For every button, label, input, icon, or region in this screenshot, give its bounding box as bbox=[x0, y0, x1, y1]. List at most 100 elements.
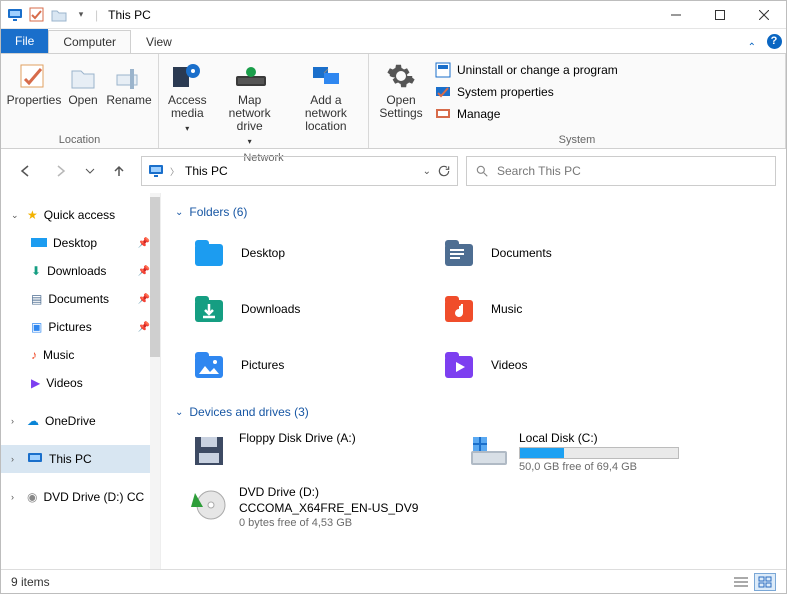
scrollbar[interactable] bbox=[150, 193, 160, 569]
chevron-down-icon[interactable]: ⌄ bbox=[11, 210, 21, 221]
tab-view[interactable]: View bbox=[131, 30, 187, 53]
help-button[interactable]: ? bbox=[762, 29, 786, 53]
gear-icon bbox=[385, 60, 417, 92]
tree-onedrive[interactable]: › ☁ OneDrive bbox=[1, 407, 160, 435]
monitor-icon bbox=[7, 7, 23, 23]
tab-file[interactable]: File bbox=[1, 29, 48, 53]
folder-icon bbox=[189, 289, 229, 329]
folder-documents[interactable]: Documents bbox=[425, 225, 675, 281]
address-dropdown-icon[interactable]: ⌄ bbox=[423, 166, 431, 177]
documents-icon: ▤ bbox=[31, 292, 42, 306]
tree-desktop[interactable]: Desktop📌 bbox=[1, 229, 160, 257]
system-properties-button[interactable]: System properties bbox=[431, 82, 622, 102]
pin-icon: 📌 bbox=[138, 266, 150, 277]
folder-label: Downloads bbox=[241, 302, 300, 316]
system-properties-label: System properties bbox=[457, 85, 554, 99]
tree-label: This PC bbox=[49, 452, 92, 466]
breadcrumb[interactable]: This PC bbox=[185, 164, 228, 178]
monitor-icon bbox=[27, 451, 43, 467]
pin-icon: 📌 bbox=[138, 294, 150, 305]
add-location-button[interactable]: Add a network location bbox=[290, 58, 362, 135]
dvd-icon bbox=[189, 485, 229, 525]
drives-header[interactable]: ⌄Devices and drives (3) bbox=[175, 399, 772, 425]
map-drive-icon bbox=[234, 60, 266, 92]
refresh-button[interactable] bbox=[437, 164, 451, 178]
open-button[interactable]: Open bbox=[65, 58, 101, 109]
drive-label: Local Disk (C:) bbox=[519, 431, 679, 445]
status-bar: 9 items bbox=[1, 569, 786, 593]
uninstall-icon bbox=[435, 62, 451, 78]
chevron-right-icon[interactable]: › bbox=[11, 416, 21, 426]
cloud-icon: ☁ bbox=[27, 414, 39, 428]
up-button[interactable] bbox=[105, 157, 133, 185]
folder-icon bbox=[439, 233, 479, 273]
tree-label: Pictures bbox=[48, 320, 91, 334]
map-drive-label: Map network drive bbox=[216, 94, 284, 133]
drive-local[interactable]: Local Disk (C:) 50,0 GB free of 69,4 GB bbox=[455, 425, 735, 479]
folder-desktop[interactable]: Desktop bbox=[175, 225, 425, 281]
check-icon[interactable] bbox=[29, 7, 45, 23]
drive-dvd[interactable]: DVD Drive (D:) CCCOMA_X64FRE_EN-US_DV9 0… bbox=[175, 479, 455, 535]
chevron-right-icon[interactable]: 〉 bbox=[170, 165, 179, 178]
rename-icon bbox=[113, 60, 145, 92]
item-count: 9 items bbox=[11, 575, 50, 589]
chevron-right-icon[interactable]: › bbox=[11, 454, 21, 464]
tree-this-pc[interactable]: › This PC bbox=[1, 445, 160, 473]
folders-header[interactable]: ⌄ Folders (6) bbox=[175, 199, 772, 225]
tree-label: Quick access bbox=[44, 208, 115, 222]
tree-label: OneDrive bbox=[45, 414, 96, 428]
minimize-button[interactable] bbox=[654, 1, 698, 29]
history-button[interactable] bbox=[83, 157, 97, 185]
properties-button[interactable]: Properties bbox=[7, 58, 61, 109]
chevron-down-icon: ⌄ bbox=[175, 207, 183, 218]
details-view-button[interactable] bbox=[730, 573, 752, 591]
tree-videos[interactable]: ▶Videos bbox=[1, 369, 160, 397]
manage-button[interactable]: Manage bbox=[431, 104, 622, 124]
open-label: Open bbox=[68, 94, 97, 107]
maximize-button[interactable] bbox=[698, 1, 742, 29]
folder-videos[interactable]: Videos bbox=[425, 337, 675, 393]
address-bar[interactable]: 〉 This PC ⌄ bbox=[141, 156, 458, 186]
ribbon-collapse-icon[interactable]: ⌃ bbox=[748, 42, 762, 53]
group-system-label: System bbox=[375, 132, 779, 146]
folder-pictures[interactable]: Pictures bbox=[175, 337, 425, 393]
back-button[interactable] bbox=[11, 157, 39, 185]
tree-dvd[interactable]: ›◉DVD Drive (D:) CC bbox=[1, 483, 160, 511]
tree-music[interactable]: ♪ Music bbox=[1, 341, 160, 369]
system-properties-icon bbox=[435, 84, 451, 100]
folders-title: Folders (6) bbox=[189, 205, 247, 219]
add-location-icon bbox=[310, 60, 342, 92]
folder-icon[interactable] bbox=[51, 7, 67, 23]
desktop-icon bbox=[31, 236, 47, 250]
tree-label: Downloads bbox=[47, 264, 106, 278]
tree-pictures[interactable]: ▣Pictures📌 bbox=[1, 313, 160, 341]
tree-downloads[interactable]: ⬇Downloads📌 bbox=[1, 257, 160, 285]
close-button[interactable] bbox=[742, 1, 786, 29]
forward-button[interactable] bbox=[47, 157, 75, 185]
folder-downloads[interactable]: Downloads bbox=[175, 281, 425, 337]
uninstall-button[interactable]: Uninstall or change a program bbox=[431, 60, 622, 80]
large-icons-view-button[interactable] bbox=[754, 573, 776, 591]
title-bar: ▾ | This PC bbox=[1, 1, 786, 29]
tab-computer[interactable]: Computer bbox=[48, 30, 131, 53]
tree-quick-access[interactable]: ⌄★Quick access bbox=[1, 201, 160, 229]
navigation-pane: ⌄★Quick access Desktop📌 ⬇Downloads📌 ▤Doc… bbox=[1, 193, 161, 569]
music-icon: ♪ bbox=[31, 348, 37, 362]
add-location-label: Add a network location bbox=[292, 94, 360, 133]
folder-label: Music bbox=[491, 302, 522, 316]
folder-label: Documents bbox=[491, 246, 552, 260]
qat-dropdown-icon[interactable]: ▾ bbox=[73, 7, 89, 23]
open-settings-button[interactable]: Open Settings bbox=[375, 58, 427, 122]
chevron-right-icon[interactable]: › bbox=[11, 492, 21, 502]
folder-music[interactable]: Music bbox=[425, 281, 675, 337]
open-icon bbox=[67, 60, 99, 92]
drive-floppy[interactable]: Floppy Disk Drive (A:) bbox=[175, 425, 455, 479]
rename-button[interactable]: Rename bbox=[105, 58, 153, 109]
folder-label: Desktop bbox=[241, 246, 285, 260]
search-input[interactable]: Search This PC bbox=[466, 156, 776, 186]
pictures-icon: ▣ bbox=[31, 320, 42, 334]
access-media-button[interactable]: Access media▾ bbox=[165, 58, 210, 137]
tree-label: Music bbox=[43, 348, 74, 362]
map-drive-button[interactable]: Map network drive▾ bbox=[214, 58, 286, 150]
tree-documents[interactable]: ▤Documents📌 bbox=[1, 285, 160, 313]
